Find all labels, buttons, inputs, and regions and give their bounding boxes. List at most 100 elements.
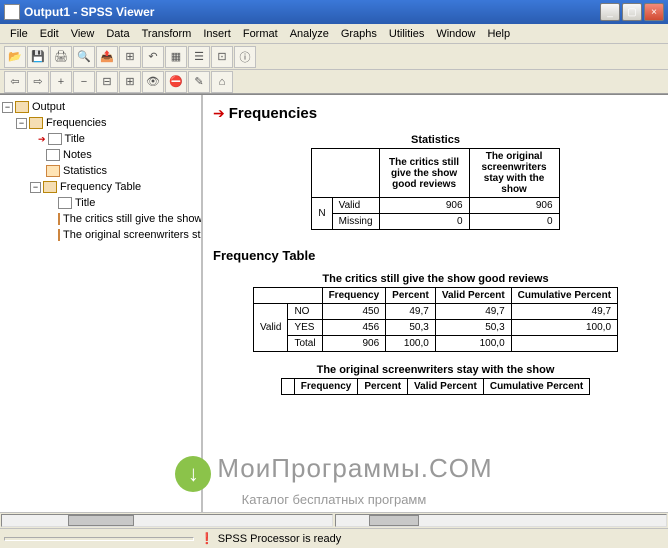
hide-icon[interactable]: ⛔ <box>165 71 187 93</box>
menu-format[interactable]: Format <box>237 26 284 42</box>
horizontal-scrollbar[interactable] <box>0 512 668 528</box>
print-icon[interactable]: 🖨 <box>50 46 72 68</box>
cell: 49,7 <box>386 304 436 320</box>
window-buttons: _ ▢ × <box>600 3 664 21</box>
output-heading: ➔ Frequencies <box>213 105 658 122</box>
col-cum-percent: Cumulative Percent <box>483 379 589 395</box>
stats-n: N <box>312 198 332 230</box>
minimize-button[interactable]: _ <box>600 3 620 21</box>
menu-graphs[interactable]: Graphs <box>335 26 383 42</box>
menu-file[interactable]: File <box>4 26 34 42</box>
tree-title[interactable]: Title <box>65 133 85 145</box>
expand-icon[interactable]: ⊟ <box>96 71 118 93</box>
document-icon <box>48 133 62 145</box>
freq-heading: Frequency Table <box>213 248 658 263</box>
col-frequency: Frequency <box>294 379 358 395</box>
arrow-icon: ➔ <box>38 134 46 145</box>
export-icon[interactable]: 📤 <box>96 46 118 68</box>
row-total: Total <box>288 336 322 352</box>
tree-notes[interactable]: Notes <box>63 149 92 161</box>
maximize-button[interactable]: ▢ <box>622 3 642 21</box>
cell: 100,0 <box>435 336 511 352</box>
row-valid: Valid <box>253 304 288 352</box>
show-icon[interactable]: 👁 <box>142 71 164 93</box>
cell: 49,7 <box>511 304 617 320</box>
stats-valid: Valid <box>332 198 379 214</box>
cell: 906 <box>322 336 386 352</box>
undo-icon[interactable]: ↶ <box>142 46 164 68</box>
info-icon[interactable]: ⓘ <box>234 46 256 68</box>
menu-transform[interactable]: Transform <box>136 26 198 42</box>
variables-icon[interactable]: ⊡ <box>211 46 233 68</box>
col-percent: Percent <box>386 288 436 304</box>
statistics-table: The critics still give the show good rev… <box>311 148 559 230</box>
stats-cell: 906 <box>469 198 559 214</box>
tree-critics[interactable]: The critics still give the show g <box>63 213 203 225</box>
cell <box>511 336 617 352</box>
preview-icon[interactable]: 🔍 <box>73 46 95 68</box>
folder-icon <box>43 181 57 193</box>
select-icon[interactable]: ☰ <box>188 46 210 68</box>
tree-frequencies[interactable]: Frequencies <box>46 117 107 129</box>
heading-text: Frequencies <box>229 105 317 122</box>
menu-analyze[interactable]: Analyze <box>284 26 335 42</box>
tree-toggle-icon[interactable]: − <box>16 118 27 129</box>
document-icon <box>46 149 60 161</box>
tree-screenwriters[interactable]: The original screenwriters stay <box>63 229 203 241</box>
designate-icon[interactable]: ⌂ <box>211 71 233 93</box>
tree-title2[interactable]: Title <box>75 197 95 209</box>
frequency-table-1: Frequency Percent Valid Percent Cumulati… <box>253 287 618 352</box>
menu-edit[interactable]: Edit <box>34 26 65 42</box>
menu-help[interactable]: Help <box>481 26 516 42</box>
tree-toggle-icon[interactable]: − <box>2 102 13 113</box>
col-cum-percent: Cumulative Percent <box>511 288 617 304</box>
goto-icon[interactable]: ▦ <box>165 46 187 68</box>
dialog-icon[interactable]: ⊞ <box>119 46 141 68</box>
promote-icon[interactable]: + <box>50 71 72 93</box>
stats-cell: 906 <box>379 198 469 214</box>
stats-cell: 0 <box>469 214 559 230</box>
tree-statistics[interactable]: Statistics <box>63 165 107 177</box>
tree-toggle-icon[interactable]: − <box>30 182 41 193</box>
cell: 456 <box>322 320 386 336</box>
menu-data[interactable]: Data <box>100 26 135 42</box>
cell: 49,7 <box>435 304 511 320</box>
menu-insert[interactable]: Insert <box>197 26 237 42</box>
open-icon[interactable]: 📂 <box>4 46 26 68</box>
outline-tree[interactable]: − Output − Frequencies ➔ Title Notes Sta… <box>0 95 203 512</box>
save-icon[interactable]: 💾 <box>27 46 49 68</box>
stats-col2: The original screenwriters stay with the… <box>469 149 559 198</box>
row-yes: YES <box>288 320 322 336</box>
table-icon <box>46 165 60 177</box>
tree-freqtable[interactable]: Frequency Table <box>60 181 141 193</box>
menu-bar: File Edit View Data Transform Insert For… <box>0 24 668 44</box>
cell: 450 <box>322 304 386 320</box>
status-text: SPSS Processor is ready <box>218 533 342 545</box>
collapse-icon[interactable]: ⊞ <box>119 71 141 93</box>
cell: 100,0 <box>511 320 617 336</box>
content-area: − Output − Frequencies ➔ Title Notes Sta… <box>0 94 668 512</box>
col-valid-percent: Valid Percent <box>435 288 511 304</box>
insert-icon[interactable]: ✎ <box>188 71 210 93</box>
close-button[interactable]: × <box>644 3 664 21</box>
status-bar: ❗ SPSS Processor is ready <box>0 528 668 548</box>
table2-title: The original screenwriters stay with the… <box>213 364 658 376</box>
output-viewer[interactable]: ➔ Frequencies Statistics The critics sti… <box>203 95 668 512</box>
menu-view[interactable]: View <box>65 26 101 42</box>
menu-window[interactable]: Window <box>430 26 481 42</box>
table1-title: The critics still give the show good rev… <box>213 273 658 285</box>
window-title: Output1 - SPSS Viewer <box>24 5 600 19</box>
demote-icon[interactable]: − <box>73 71 95 93</box>
folder-icon <box>15 101 29 113</box>
next-icon[interactable]: ⇨ <box>27 71 49 93</box>
app-icon <box>4 4 20 20</box>
stats-missing: Missing <box>332 214 379 230</box>
tree-root[interactable]: Output <box>32 101 65 113</box>
menu-utilities[interactable]: Utilities <box>383 26 430 42</box>
prev-icon[interactable]: ⇦ <box>4 71 26 93</box>
col-frequency: Frequency <box>322 288 386 304</box>
status-icon: ❗ <box>200 532 214 545</box>
title-bar: Output1 - SPSS Viewer _ ▢ × <box>0 0 668 24</box>
document-icon <box>58 197 72 209</box>
stats-cell: 0 <box>379 214 469 230</box>
